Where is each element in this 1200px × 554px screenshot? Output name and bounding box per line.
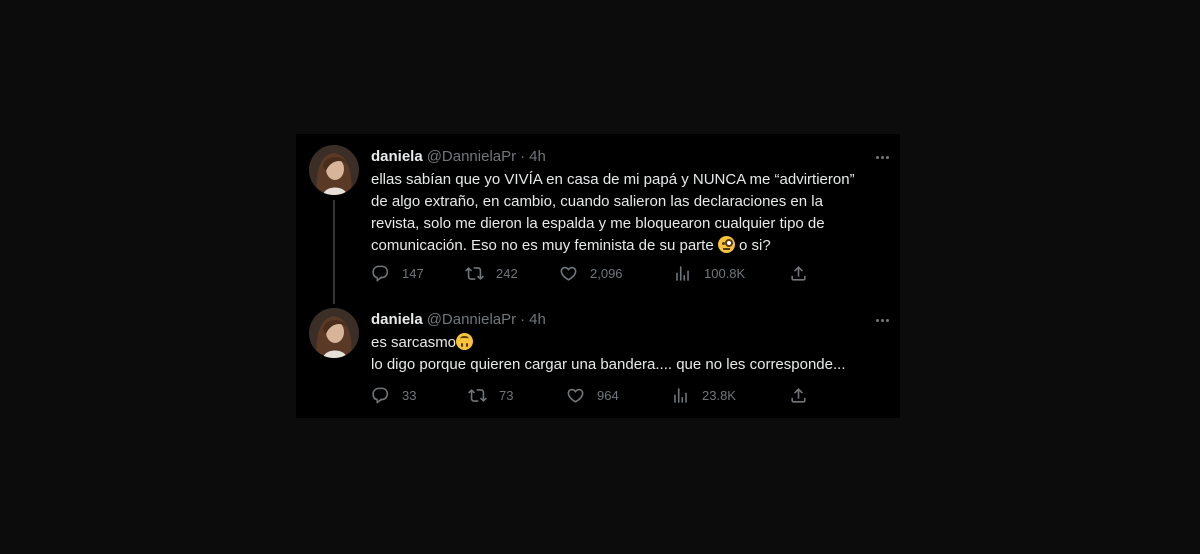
heart-icon (560, 266, 577, 281)
views-chart-icon (674, 388, 687, 403)
more-options-icon[interactable] (872, 311, 892, 329)
retweet-button[interactable]: 242 (465, 264, 518, 283)
reply-count: 33 (402, 388, 417, 403)
user-handle[interactable]: @DannielaPr (427, 148, 516, 165)
reply-count: 147 (402, 266, 424, 281)
tweet-text: es sarcasmo lo digo porque quieren carga… (371, 332, 891, 376)
tweet-text: ellas sabían que yo VIVÍA en casa de mi … (371, 169, 891, 257)
share-icon (791, 266, 806, 281)
retweet-count: 242 (496, 266, 518, 281)
reply-button[interactable]: 33 (371, 386, 416, 405)
retweet-button[interactable]: 73 (468, 386, 513, 405)
heart-icon (567, 388, 584, 403)
tweet-text-segment: o si? (734, 237, 771, 254)
tweet-text-line: lo digo porque quieren cargar una bander… (371, 356, 846, 373)
tweet-text-line: comunicación. Eso no es muy feminista de… (371, 235, 891, 257)
views-chart-icon (676, 266, 689, 281)
reply-icon (372, 387, 389, 404)
timestamp[interactable]: 4h (529, 311, 546, 328)
share-button[interactable] (789, 386, 808, 405)
avatar[interactable] (309, 145, 359, 195)
thread-connector-line (333, 200, 335, 304)
share-button[interactable] (789, 264, 808, 283)
tweet-actions: 147 242 2,096 100.8K (371, 264, 891, 284)
upside-down-face-icon (456, 333, 474, 350)
views-button[interactable]: 23.8K (671, 386, 736, 405)
tweet-text-line: es sarcasmo (371, 332, 891, 354)
tweet-text-segment: es sarcasmo (371, 334, 457, 351)
user-handle[interactable]: @DannielaPr (427, 311, 516, 328)
like-button[interactable]: 964 (566, 386, 619, 405)
tweet-text-line: revista, solo me dieron la espalda y me … (371, 215, 825, 232)
display-name[interactable]: daniela (371, 148, 423, 165)
timestamp[interactable]: 4h (529, 148, 546, 165)
face-with-monocle-icon (717, 236, 735, 253)
tweet-text-segment: comunicación. Eso no es muy feminista de… (371, 237, 718, 254)
tweet-text-line: de algo extraño, en cambio, cuando salie… (371, 193, 823, 210)
tweet[interactable]: daniela @DannielaPr · 4h ellas sabían que y… (296, 134, 900, 304)
reply-icon (372, 265, 389, 282)
separator-dot: · (520, 148, 526, 165)
retweet-icon (465, 267, 484, 280)
share-icon (791, 388, 806, 403)
tweet-thread-card: daniela @DannielaPr · 4h ellas sabían que y… (296, 134, 900, 418)
tweet-text-line: ellas sabían que yo VIVÍA en casa de mi … (371, 171, 855, 188)
tweet-header: daniela @DannielaPr · 4h (371, 147, 546, 167)
views-button[interactable]: 100.8K (673, 264, 745, 283)
like-count: 2,096 (590, 266, 623, 281)
tweet-header: daniela @DannielaPr · 4h (371, 310, 546, 330)
display-name[interactable]: daniela (371, 311, 423, 328)
retweet-icon (468, 389, 487, 402)
view-count: 23.8K (702, 388, 736, 403)
more-options-icon[interactable] (872, 148, 892, 166)
like-count: 964 (597, 388, 619, 403)
view-count: 100.8K (704, 266, 746, 281)
avatar[interactable] (309, 308, 359, 358)
tweet-actions: 33 73 964 23.8K (371, 386, 891, 406)
like-button[interactable]: 2,096 (559, 264, 623, 283)
tweet[interactable]: daniela @DannielaPr · 4h es sarcasmo lo dig… (296, 302, 900, 418)
separator-dot: · (520, 311, 526, 328)
reply-button[interactable]: 147 (371, 264, 424, 283)
retweet-count: 73 (499, 388, 514, 403)
